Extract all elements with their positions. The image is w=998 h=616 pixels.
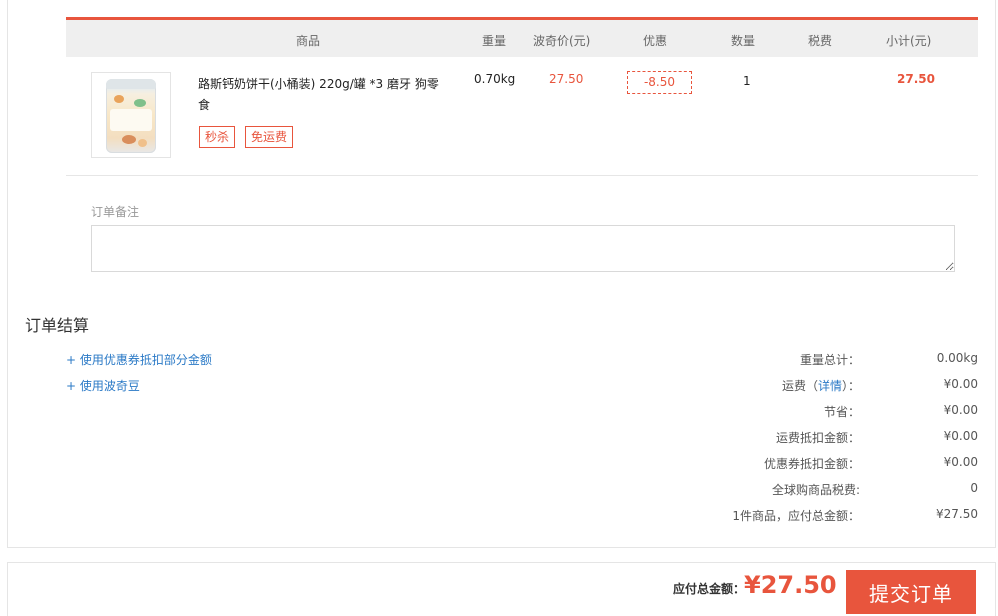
header-weight: 重量 <box>482 34 507 48</box>
payable-summary-label: 1件商品，应付总金额： <box>732 509 860 523</box>
row-quantity: 1 <box>743 74 751 88</box>
total-weight-value: 0.00kg <box>936 351 978 365</box>
shipping-deduction-label: 运费抵扣金额： <box>775 431 860 445</box>
shipping-deduction-value: ¥0.00 <box>943 429 978 443</box>
header-tax: 税费 <box>808 34 833 48</box>
header-price: 波奇价(元) <box>533 34 591 48</box>
header-discount: 优惠 <box>643 34 668 48</box>
row-subtotal: 27.50 <box>897 72 935 86</box>
submit-order-button[interactable]: 提交订单 <box>846 570 976 614</box>
tag-flash-sale: 秒杀 <box>199 126 236 148</box>
shipping-detail-link[interactable]: 详情 <box>818 379 842 393</box>
payable-summary-value: ¥27.50 <box>936 507 978 521</box>
savings-label: 节省： <box>823 405 860 419</box>
settlement-title: 订单结算 <box>25 316 90 335</box>
product-jar-picture <box>106 79 156 153</box>
use-coupon-link[interactable]: + 使用优惠券抵扣部分金额 <box>66 351 212 368</box>
row-weight: 0.70kg <box>474 72 516 86</box>
savings-value: ¥0.00 <box>943 403 978 417</box>
row-discount-badge: -8.50 <box>627 71 692 94</box>
row-divider <box>66 175 978 176</box>
footer-total-label: 应付总金额： <box>673 582 746 596</box>
shipping-fee-label: 运费（详情）： <box>782 377 860 394</box>
coupon-deduction-value: ¥0.00 <box>943 455 978 469</box>
header-quantity: 数量 <box>731 34 756 48</box>
global-tax-label: 全球购商品税费: <box>771 483 860 497</box>
shipping-fee-label-suffix: ）： <box>841 379 860 393</box>
row-price: 27.50 <box>549 72 584 86</box>
footer-total-value: ¥27.50 <box>744 571 837 599</box>
shipping-fee-label-prefix: 运费（ <box>781 379 818 393</box>
remark-textarea[interactable] <box>91 225 955 272</box>
table-header: 商品 重量 波奇价(元) 优惠 数量 税费 小计(元) <box>66 20 978 57</box>
coupon-deduction-label: 优惠券抵扣金额： <box>763 457 860 471</box>
tag-free-shipping: 免运费 <box>245 126 294 148</box>
product-image[interactable] <box>91 72 171 158</box>
use-bochi-beans-link[interactable]: + 使用波奇豆 <box>66 377 140 394</box>
total-weight-label: 重量总计： <box>799 353 860 367</box>
remark-label: 订单备注 <box>91 205 140 219</box>
global-tax-value: 0 <box>970 481 978 495</box>
product-name-link[interactable]: 路斯钙奶饼干(小桶装) 220g/罐 *3 磨牙 狗零食 <box>198 74 448 116</box>
header-product: 商品 <box>296 34 321 48</box>
shipping-fee-value: ¥0.00 <box>943 377 978 391</box>
header-subtotal: 小计(元) <box>886 34 932 48</box>
